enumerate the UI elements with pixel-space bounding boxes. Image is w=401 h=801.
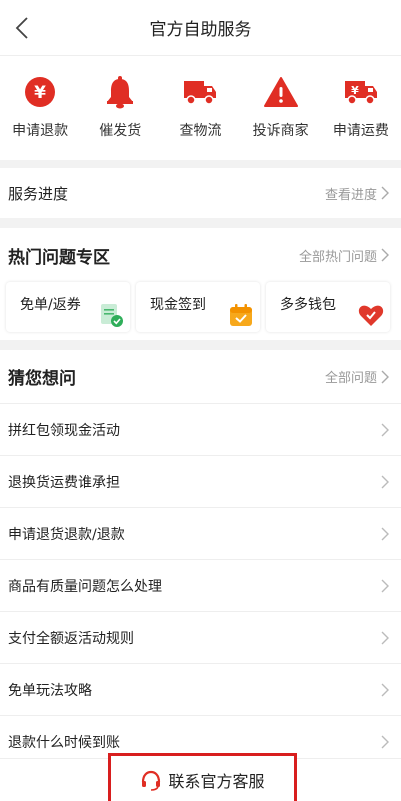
bottom-bar: 联系官方客服 — [0, 753, 401, 801]
service-progress-title: 服务进度 — [8, 184, 69, 203]
svg-text:¥: ¥ — [34, 83, 46, 103]
question-text: 支付全额返活动规则 — [8, 630, 134, 647]
guess-questions-title: 猜您想问 — [8, 369, 76, 389]
coupon-check-icon — [101, 304, 123, 327]
question-text: 退换货运费谁承担 — [8, 474, 120, 491]
question-item[interactable]: 退换货运费谁承担 — [0, 456, 401, 508]
hot-questions-title: 热门问题专区 — [8, 247, 110, 268]
chevron-right-icon — [381, 370, 389, 383]
hot-card-label: 多多钱包 — [280, 297, 336, 313]
chevron-right-icon — [381, 475, 389, 488]
guess-questions-section: 猜您想问 全部问题 拼红包领现金活动 退换货运费谁承担 申请退货退款/退款 商品… — [0, 350, 401, 760]
chevron-right-icon — [381, 631, 389, 644]
all-questions-link[interactable]: 全部问题 — [325, 367, 389, 386]
hot-card-cash-checkin[interactable]: 现金签到 — [136, 282, 260, 332]
chevron-right-icon — [381, 248, 389, 262]
hot-card-free-order[interactable]: 免单/返券 — [6, 282, 130, 332]
calendar-icon — [230, 304, 252, 326]
service-shortcuts: ¥ 申请退款 催发货 查物流 投诉商家 ¥ 申请运费 — [0, 56, 401, 160]
top-bar: 官方自助服务 — [0, 0, 401, 56]
headset-icon — [142, 770, 161, 791]
wallet-heart-icon — [358, 305, 384, 326]
service-refund[interactable]: ¥ 申请退款 — [3, 74, 77, 160]
question-text: 拼红包领现金活动 — [8, 422, 120, 439]
view-progress-label: 查看进度 — [324, 187, 377, 203]
question-item[interactable]: 支付全额返活动规则 — [0, 612, 401, 664]
question-text: 免单玩法攻略 — [8, 682, 92, 699]
service-label: 查物流 — [179, 123, 222, 139]
question-text: 申请退货退款/退款 — [8, 526, 125, 543]
service-apply-shipping-fee[interactable]: ¥ 申请运费 — [324, 74, 398, 160]
all-hot-questions-link[interactable]: 全部热门问题 — [299, 246, 389, 265]
chevron-right-icon — [381, 527, 389, 540]
yen-truck-icon: ¥ — [344, 81, 377, 105]
hot-questions-section: 热门问题专区 全部热门问题 免单/返券 现金签到 多多钱包 — [0, 228, 401, 340]
yen-coin-icon: ¥ — [25, 77, 56, 107]
view-progress-link[interactable]: 查看进度 — [325, 184, 389, 203]
bell-icon — [107, 76, 134, 109]
service-progress-row[interactable]: 服务进度 查看进度 — [0, 168, 401, 218]
service-label: 申请退款 — [12, 123, 69, 139]
chevron-right-icon — [381, 683, 389, 696]
chevron-right-icon — [381, 579, 389, 592]
question-item[interactable]: 申请退货退款/退款 — [0, 508, 401, 560]
page-title: 官方自助服务 — [149, 20, 252, 40]
service-label: 催发货 — [99, 123, 142, 139]
chevron-left-icon — [15, 17, 28, 39]
svg-text:¥: ¥ — [351, 84, 359, 97]
chevron-right-icon — [381, 423, 389, 436]
all-hot-questions-label: 全部热门问题 — [298, 249, 377, 265]
warning-icon — [263, 77, 298, 107]
question-text: 退款什么时候到账 — [8, 735, 120, 751]
service-label: 申请运费 — [332, 123, 389, 139]
all-questions-label: 全部问题 — [324, 371, 377, 386]
service-urge-shipping[interactable]: 催发货 — [83, 74, 157, 160]
truck-icon — [184, 81, 217, 105]
hot-card-label: 免单/返券 — [20, 297, 81, 313]
question-item[interactable]: 商品有质量问题怎么处理 — [0, 560, 401, 612]
contact-customer-service-button[interactable]: 联系官方客服 — [108, 753, 297, 801]
contact-customer-service-label: 联系官方客服 — [168, 771, 265, 791]
hot-card-wallet[interactable]: 多多钱包 — [266, 282, 390, 332]
question-text: 商品有质量问题怎么处理 — [8, 578, 162, 595]
service-label: 投诉商家 — [252, 123, 309, 139]
back-button[interactable] — [10, 14, 34, 42]
question-item[interactable]: 免单玩法攻略 — [0, 664, 401, 716]
hot-card-label: 现金签到 — [150, 297, 206, 313]
chevron-right-icon — [381, 186, 389, 200]
service-complain-merchant[interactable]: 投诉商家 — [244, 74, 318, 160]
question-item[interactable]: 拼红包领现金活动 — [0, 404, 401, 456]
service-track-logistics[interactable]: 查物流 — [163, 74, 237, 160]
chevron-right-icon — [381, 735, 389, 749]
